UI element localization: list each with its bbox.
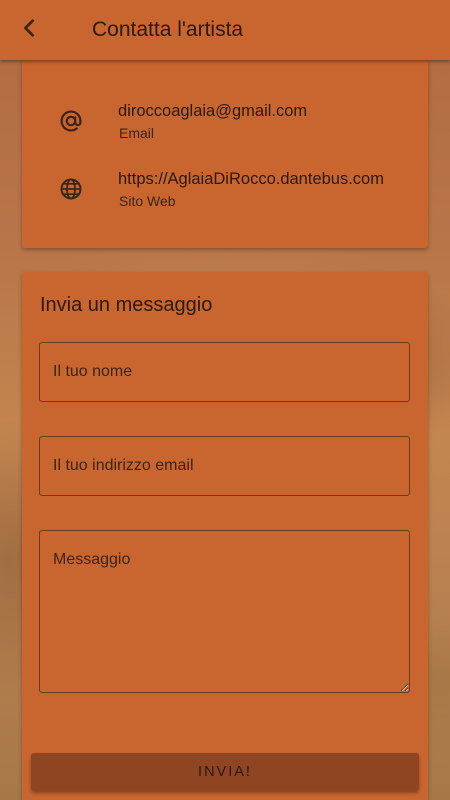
email-label: Email — [119, 125, 155, 141]
website-label: Sito Web — [119, 193, 176, 209]
email-input[interactable] — [39, 436, 410, 496]
website-value: https://AglaiaDiRocco.dantebus.com — [118, 170, 384, 188]
email-row[interactable]: diroccoaglaia@gmail.com Email — [22, 102, 428, 162]
message-form-card: Invia un messaggio INVIA! — [22, 272, 428, 800]
website-row[interactable]: https://AglaiaDiRocco.dantebus.com Sito … — [22, 170, 428, 230]
chevron-left-icon — [19, 17, 41, 44]
send-button[interactable]: INVIA! — [31, 753, 419, 791]
message-textarea[interactable] — [39, 530, 410, 693]
page-title: Contatta l'artista — [92, 18, 244, 41]
email-value: diroccoaglaia@gmail.com — [118, 102, 308, 120]
at-sign-icon — [58, 108, 84, 134]
globe-icon — [58, 176, 84, 202]
form-title: Invia un messaggio — [40, 294, 213, 316]
contact-info-card: diroccoaglaia@gmail.com Email https://Ag… — [22, 60, 428, 248]
name-input[interactable] — [39, 342, 410, 402]
back-button[interactable] — [0, 0, 60, 60]
top-app-bar: Contatta l'artista — [0, 0, 450, 60]
